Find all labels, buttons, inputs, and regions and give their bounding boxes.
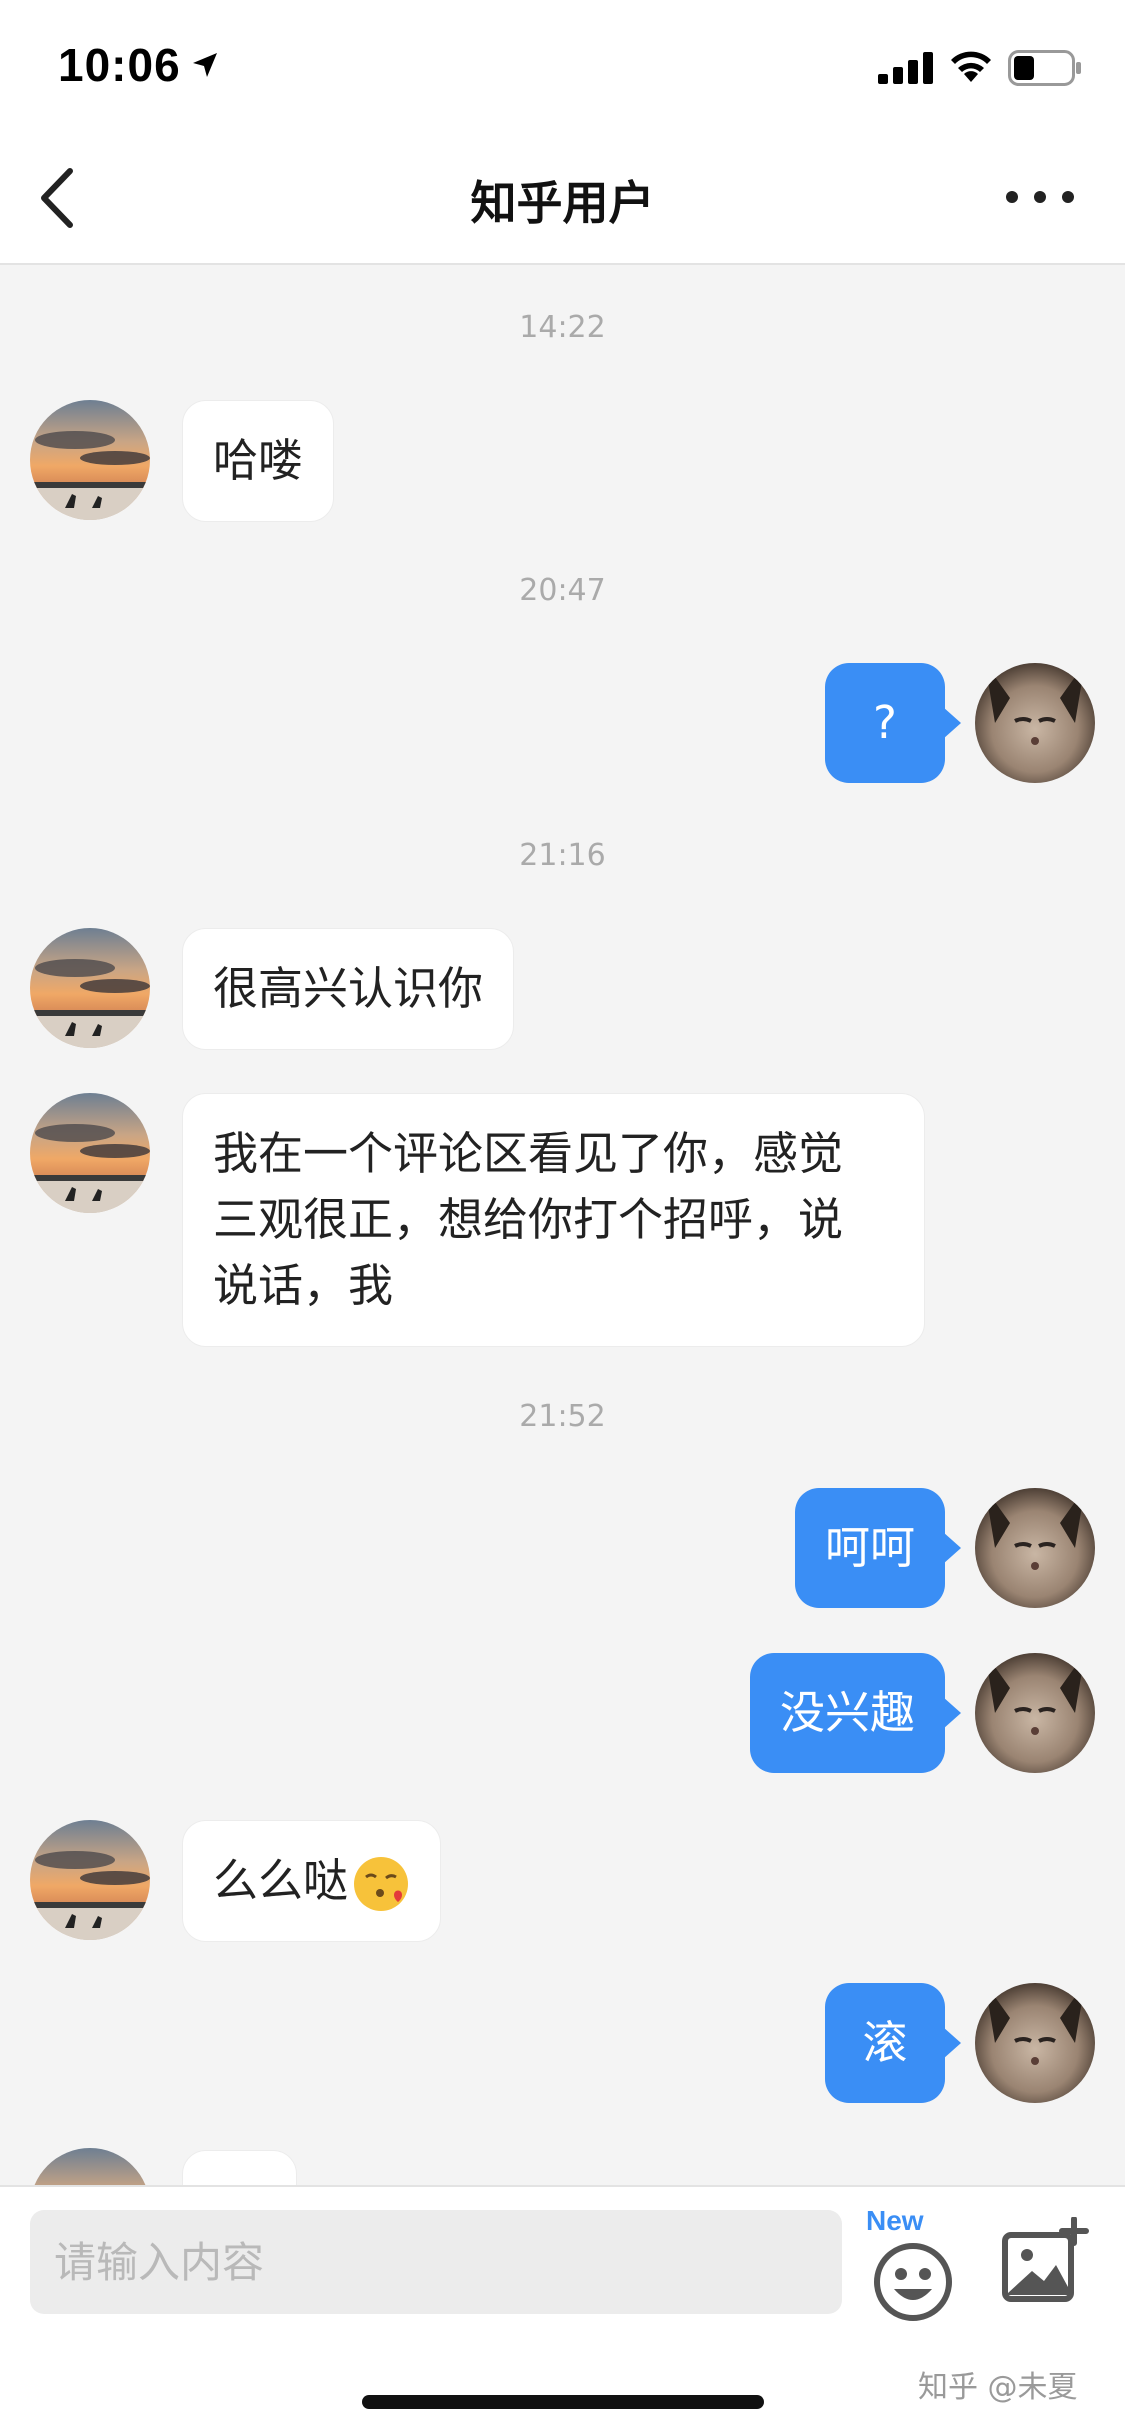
contact-avatar[interactable] (30, 1820, 150, 1940)
add-image-button[interactable] (1000, 2217, 1090, 2307)
wifi-icon (951, 51, 991, 82)
page-title: 知乎用户 (470, 176, 655, 230)
status-time: 10:06 (58, 39, 181, 91)
message-line: 三观很正，想给你打个招呼，说 (213, 1193, 844, 1246)
battery-icon (1008, 50, 1081, 86)
home-indicator[interactable] (362, 2395, 764, 2409)
incoming-message-bubble[interactable]: 么么哒 (182, 1820, 442, 1942)
message-timestamp: 21:16 (519, 838, 606, 873)
message-timestamp: 14:22 (519, 310, 606, 345)
incoming-message-bubble[interactable]: 哈喽 (182, 400, 335, 522)
watermark: 知乎 @未夏 (918, 2370, 1078, 2405)
message-text: 么么哒 (213, 1854, 349, 1907)
nav-bar: 知乎用户 (0, 135, 1125, 265)
user-avatar[interactable] (975, 1488, 1095, 1608)
outgoing-message-bubble[interactable]: 呵呵 (794, 1488, 962, 1608)
outgoing-message-bubble[interactable]: 没兴趣 (749, 1653, 962, 1773)
user-avatar[interactable] (975, 1653, 1095, 1773)
outgoing-message-bubble[interactable]: ? (825, 663, 961, 783)
new-badge: New (866, 2205, 924, 2236)
status-bar: 10:06 (0, 0, 1125, 135)
incoming-message-bubble[interactable]: 我在一个评论区看见了你，感觉 三观很正，想给你打个招呼，说 说话，我 (182, 1093, 925, 1347)
smiley-face-icon (874, 2243, 952, 2321)
more-options-button[interactable] (1000, 177, 1080, 217)
message-line: 说话，我 (213, 1259, 394, 1312)
kissing-face-emoji-icon (354, 1857, 409, 1911)
contact-avatar[interactable] (30, 928, 150, 1048)
location-arrow-icon (193, 53, 217, 77)
message-timestamp: 21:52 (519, 1399, 606, 1434)
message-line: 我在一个评论区看见了你，感觉 (213, 1127, 844, 1180)
incoming-message-bubble[interactable]: 很高兴认识你 (182, 928, 515, 1050)
cellular-signal-icon (878, 52, 933, 84)
contact-avatar[interactable] (30, 400, 150, 520)
user-avatar[interactable] (975, 663, 1095, 783)
contact-avatar[interactable] (30, 1093, 150, 1213)
message-input[interactable] (30, 2210, 842, 2314)
outgoing-message-bubble[interactable]: 滚 (825, 1983, 961, 2103)
emoji-button[interactable]: New (862, 2205, 972, 2321)
message-timestamp: 20:47 (519, 573, 606, 608)
user-avatar[interactable] (975, 1983, 1095, 2103)
